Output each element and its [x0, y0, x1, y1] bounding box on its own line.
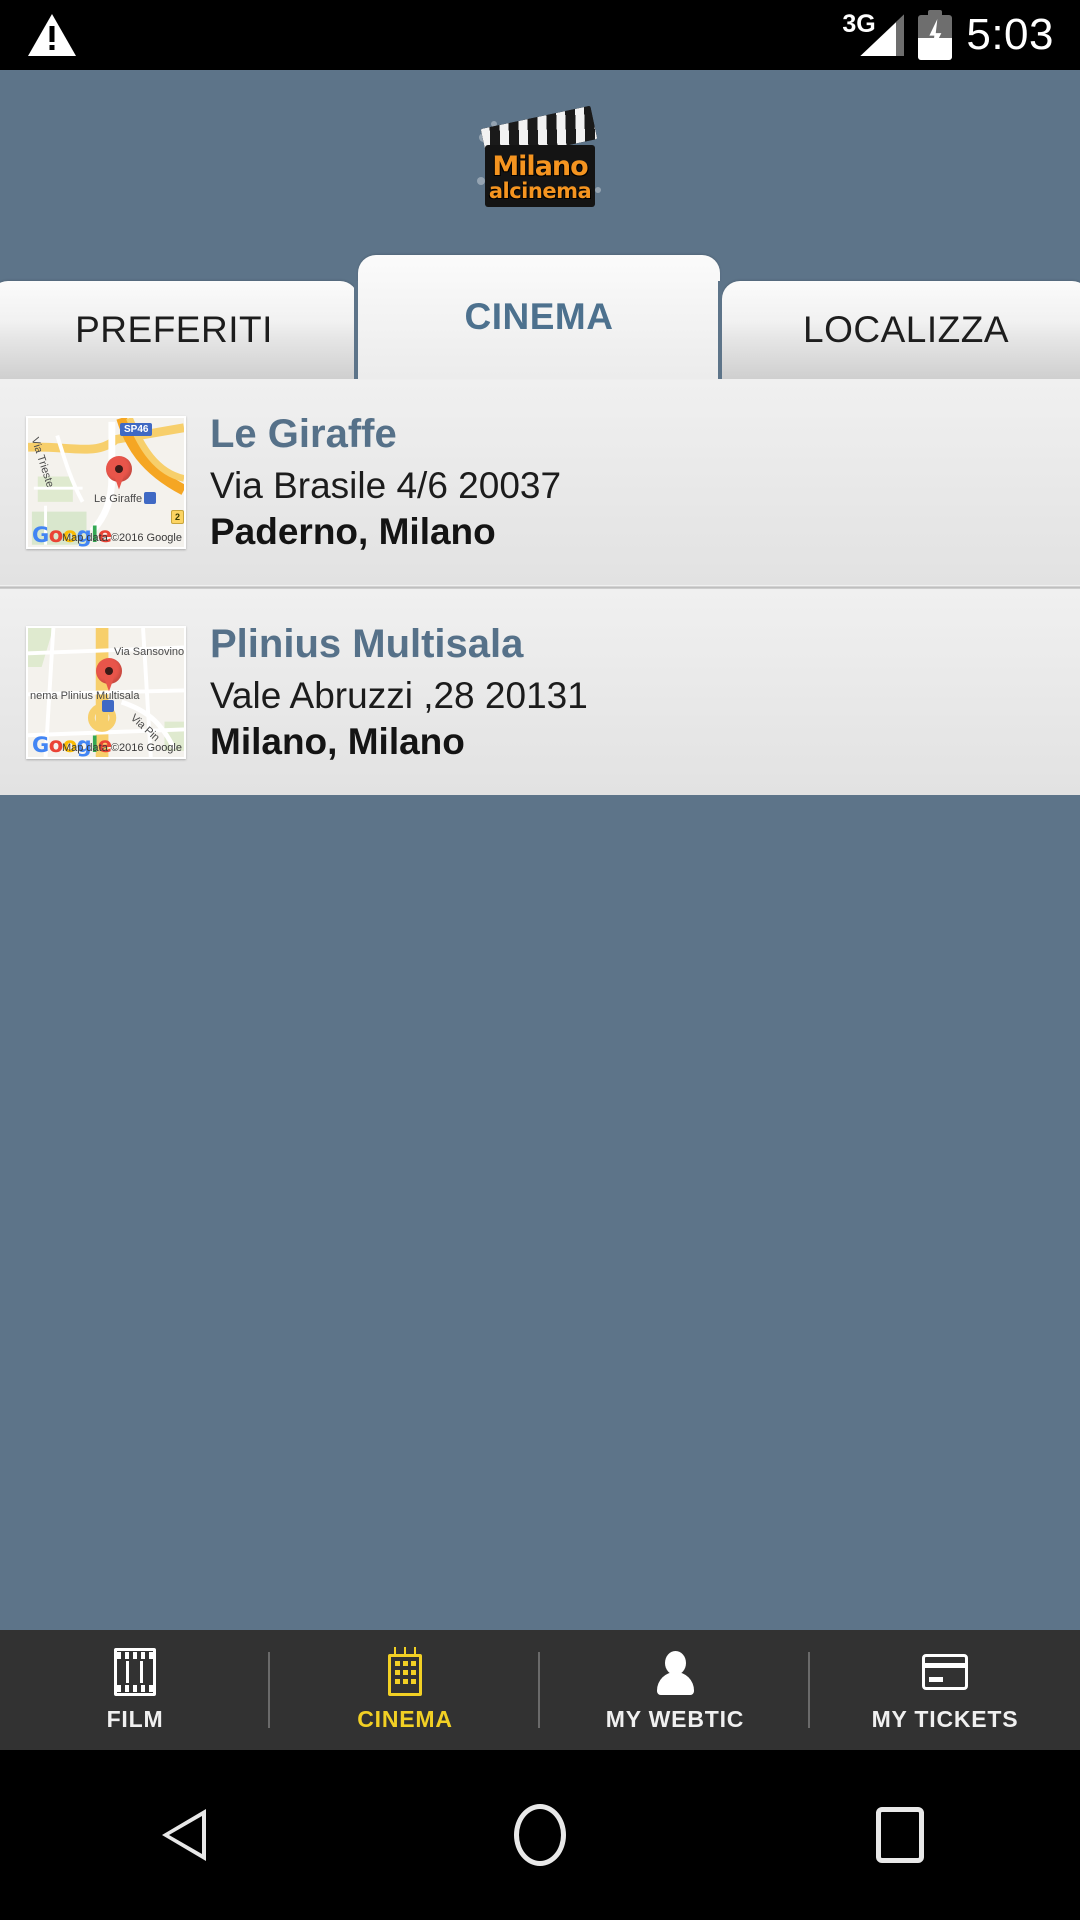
nav-item-cinema-label: CINEMA: [357, 1705, 453, 1732]
tab-preferiti[interactable]: PREFERITI: [0, 281, 358, 379]
tab-bar: PREFERITI CINEMA LOCALIZZA: [0, 255, 1080, 379]
cinema-name: Plinius Multisala: [210, 621, 524, 666]
building-window: [411, 1678, 416, 1684]
nav-item-cinema[interactable]: CINEMA: [270, 1630, 540, 1750]
nav-item-my-tickets-label: MY TICKETS: [871, 1705, 1019, 1732]
building-window: [395, 1678, 400, 1684]
person-body: [657, 1671, 694, 1695]
bottom-navigation: FILM CINEMA MY WEBTIC MY TICKETS: [0, 1630, 1080, 1750]
home-button[interactable]: [360, 1804, 720, 1866]
list-item[interactable]: Via Trieste SP46 2 Le Giraffe Google Map…: [0, 379, 1080, 585]
nav-item-my-tickets[interactable]: MY TICKETS: [810, 1630, 1080, 1750]
tab-cinema-label: CINEMA: [464, 296, 614, 337]
cinema-address: Vale Abruzzi ,28 20131: [210, 674, 588, 716]
recents-button[interactable]: [720, 1807, 1080, 1863]
credit-card-icon: [918, 1648, 972, 1696]
tab-divider: [718, 281, 722, 379]
card-chip: [929, 1676, 943, 1682]
tab-preferiti-label: PREFERITI: [75, 309, 273, 350]
film-strip-icon: [108, 1647, 162, 1696]
tab-divider: [354, 281, 358, 379]
building-window: [403, 1678, 408, 1684]
app-root: 3G 5:03 Milano alcinema PREFERITI CINEMA…: [0, 0, 1080, 1920]
status-bar: 3G 5:03: [0, 0, 1080, 70]
pin-dot: [115, 464, 123, 473]
back-button[interactable]: [0, 1809, 360, 1861]
map-place-label: Le Giraffe: [94, 492, 143, 505]
building-window: [395, 1660, 400, 1666]
building-icon: [378, 1646, 432, 1696]
film-bar: [140, 1660, 143, 1683]
film-strip-frame: [114, 1647, 156, 1696]
person-head: [665, 1650, 686, 1675]
film-bar: [126, 1660, 129, 1683]
network-type-label: 3G: [842, 10, 876, 38]
person-icon: [648, 1648, 702, 1696]
square-icon: [876, 1807, 924, 1863]
logo-title-line2: alcinema: [488, 178, 592, 203]
cinema-info: Le Giraffe Via Brasile 4/6 20037 Paderno…: [210, 412, 561, 553]
logo-title-line1: Milano: [492, 150, 588, 182]
cinema-city: Paderno, Milano: [210, 510, 496, 552]
building-window: [411, 1660, 416, 1666]
battery-charging-icon: [918, 10, 953, 60]
map-street-label: Via Sansovino: [114, 645, 185, 658]
cinema-name: Le Giraffe: [210, 411, 397, 456]
map-attribution: Map data ©2016 Google: [61, 531, 182, 544]
nav-item-film-label: FILM: [106, 1705, 164, 1732]
map-pin-icon: [106, 455, 132, 490]
tab-localizza-label: LOCALIZZA: [803, 309, 1009, 350]
map-poi-icon: [102, 699, 114, 712]
cinema-info: Plinius Multisala Vale Abruzzi ,28 20131…: [210, 622, 588, 763]
cinema-list: Via Trieste SP46 2 Le Giraffe Google Map…: [0, 379, 1080, 795]
list-item[interactable]: Via Sansovino Via Pin nema Plinius Multi…: [0, 589, 1080, 795]
map-place-label: nema Plinius Multisala: [30, 689, 140, 702]
cinema-city: Milano, Milano: [210, 720, 465, 762]
circle-icon: [514, 1804, 566, 1866]
warning-triangle-icon: [28, 14, 76, 56]
map-thumbnail[interactable]: Via Trieste SP46 2 Le Giraffe Google Map…: [26, 415, 186, 549]
map-thumbnail[interactable]: Via Sansovino Via Pin nema Plinius Multi…: [26, 625, 186, 759]
app-header: Milano alcinema: [0, 70, 1080, 255]
cinema-address: Via Brasile 4/6 20037: [210, 464, 562, 506]
building-body: [388, 1653, 422, 1696]
signal-3g-icon: 3G: [842, 10, 905, 58]
map-pin-icon: [96, 657, 122, 692]
building-window: [411, 1669, 416, 1675]
building-window: [403, 1660, 408, 1666]
building-window: [403, 1669, 408, 1675]
triangle-left-icon: [158, 1809, 206, 1861]
building-window: [395, 1669, 400, 1675]
app-logo: Milano alcinema: [477, 105, 603, 211]
building-antenna: [414, 1646, 416, 1654]
tab-cinema[interactable]: CINEMA: [358, 255, 720, 379]
credit-card-body: [922, 1653, 968, 1690]
nav-item-my-webtic[interactable]: MY WEBTIC: [540, 1630, 810, 1750]
android-navigation-bar: [0, 1750, 1080, 1920]
map-highway-shield: SP46: [120, 422, 153, 436]
status-bar-right: 3G 5:03: [842, 10, 1054, 60]
map-exit-shield: 2: [171, 509, 184, 524]
building-antenna: [404, 1646, 406, 1654]
map-poi-icon: [144, 491, 156, 504]
pin-dot: [105, 666, 113, 675]
map-attribution: Map data ©2016 Google: [61, 741, 182, 754]
tab-localizza[interactable]: LOCALIZZA: [722, 281, 1080, 379]
nav-item-film[interactable]: FILM: [0, 1630, 270, 1750]
building-antenna: [394, 1646, 396, 1654]
card-magnetic-stripe: [925, 1662, 965, 1668]
nav-item-my-webtic-label: MY WEBTIC: [605, 1705, 745, 1732]
clock-label: 5:03: [966, 10, 1054, 59]
